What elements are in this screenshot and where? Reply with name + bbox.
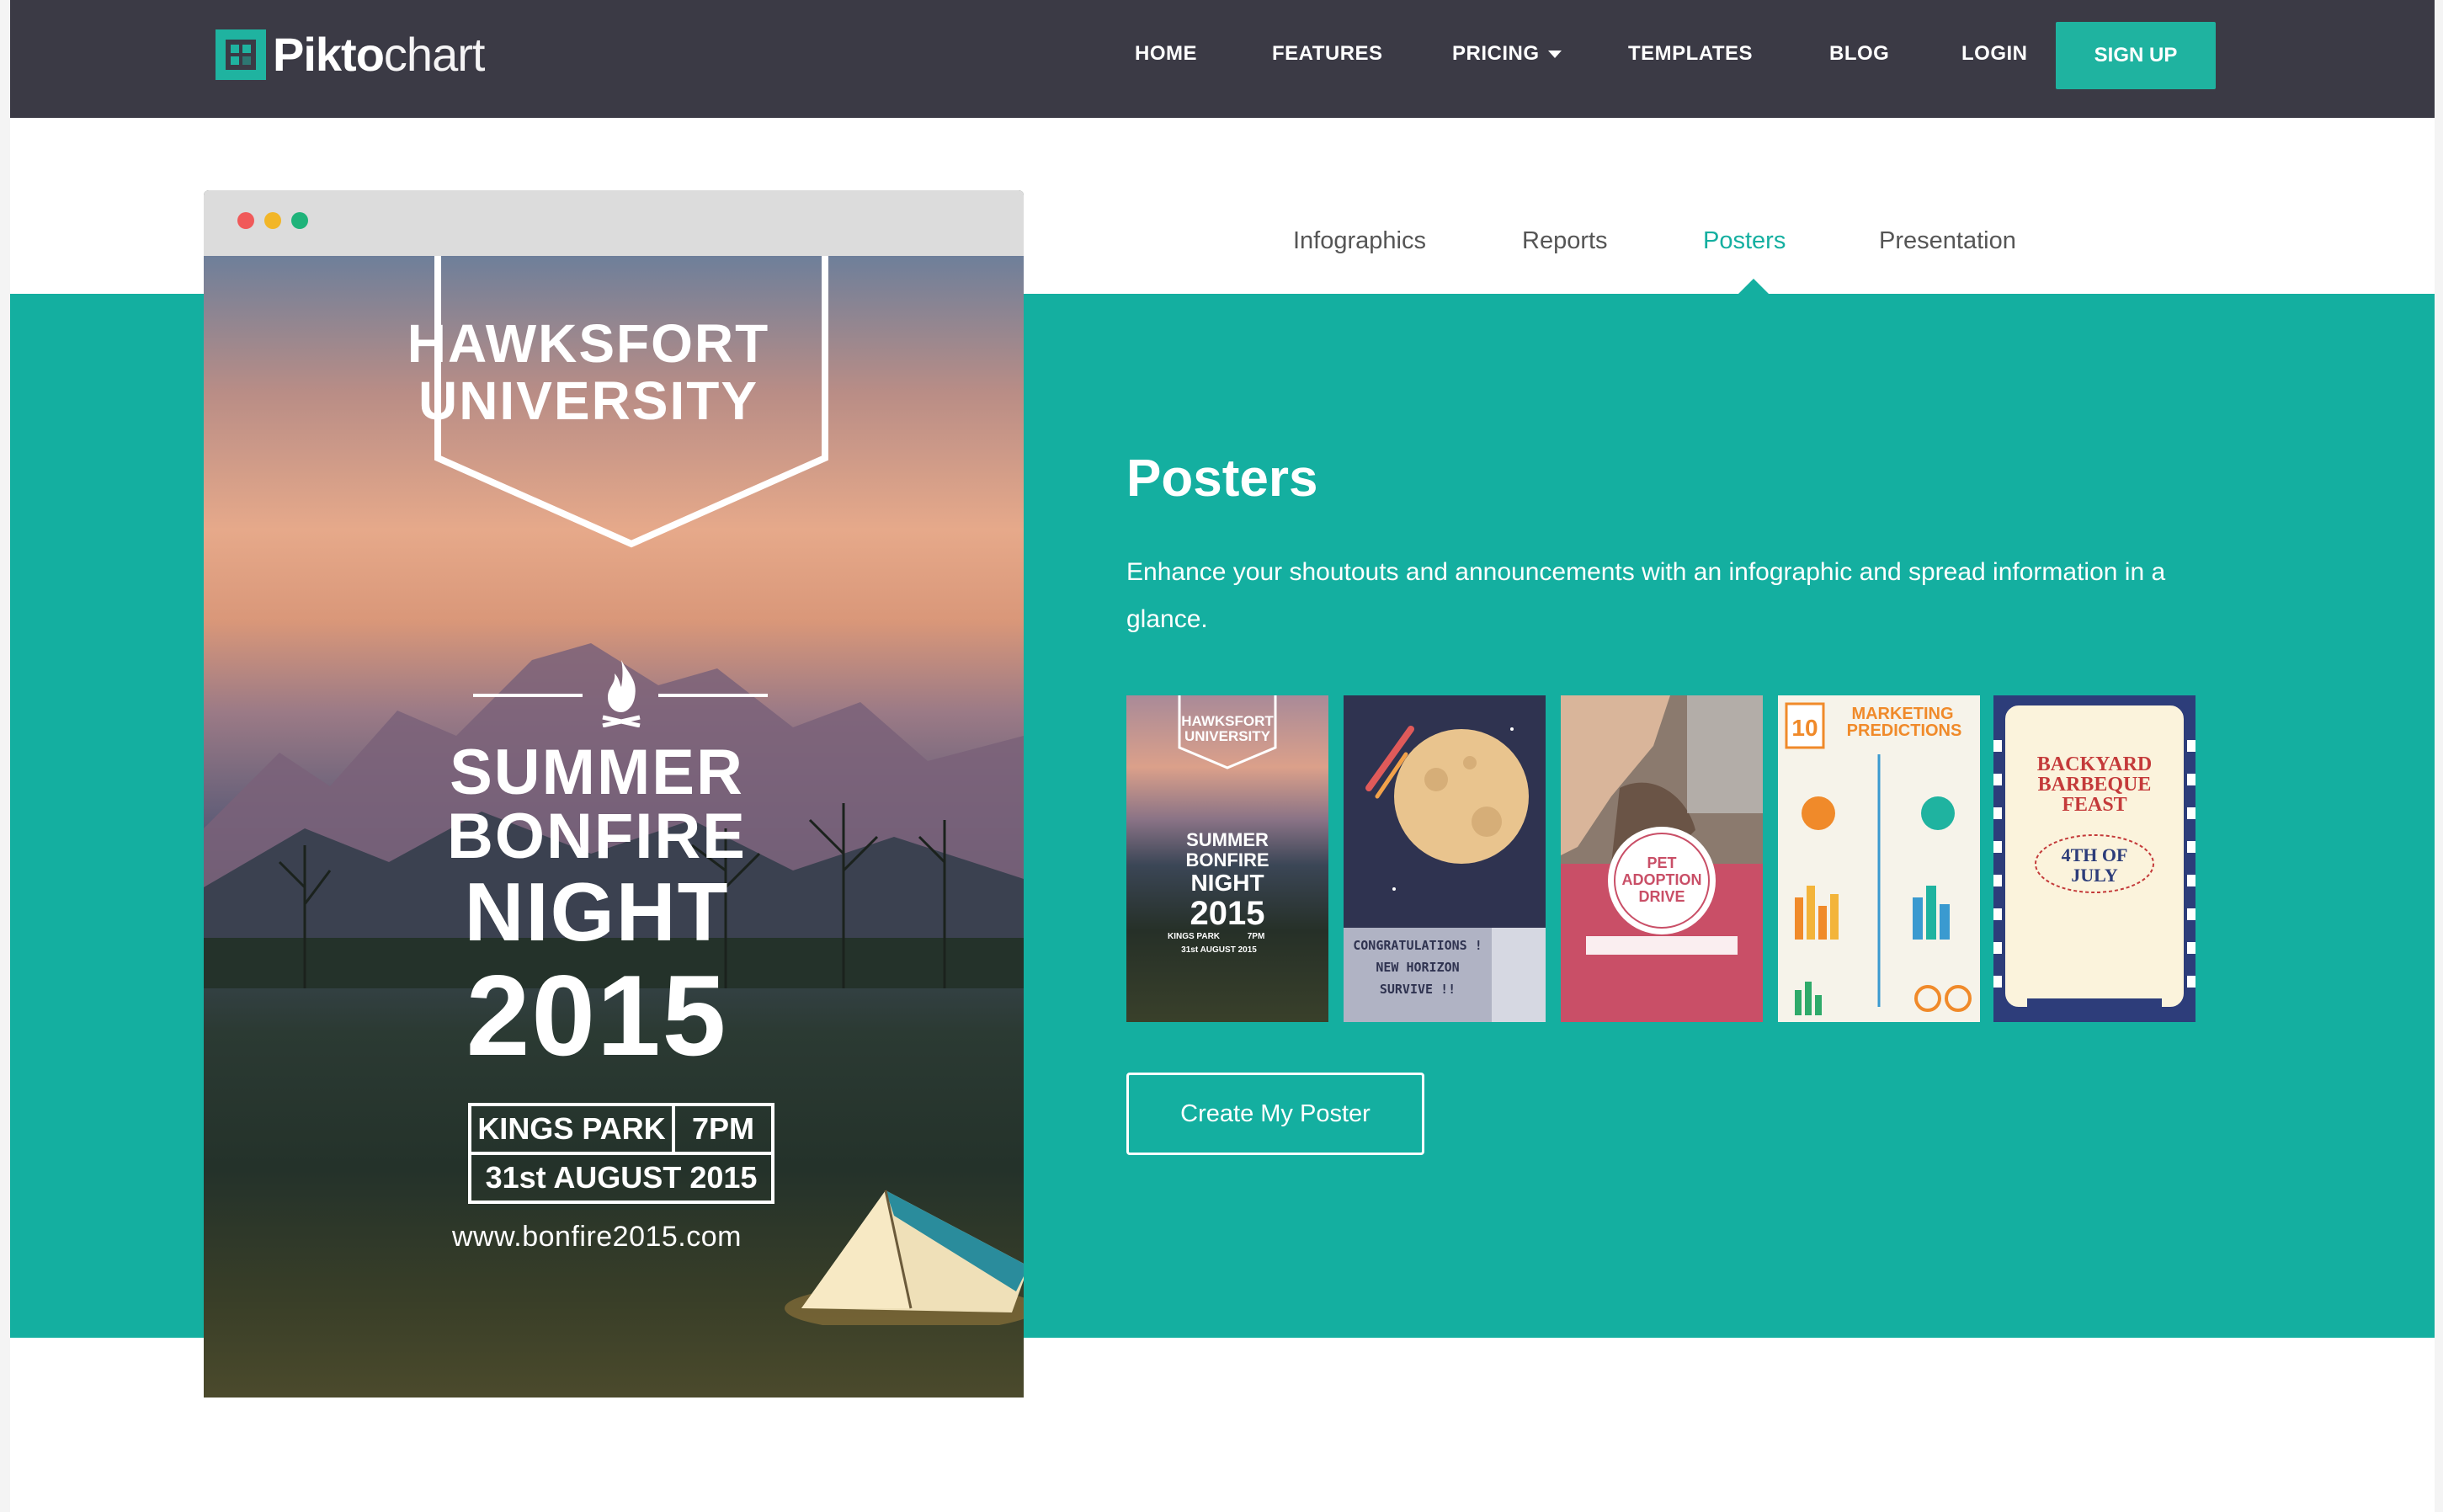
- poster-line-summer: SUMMER: [450, 737, 744, 808]
- thumbnail-marketing-poster[interactable]: 10 MARKETING PREDICTIONS: [1778, 695, 1980, 1022]
- create-my-poster-button[interactable]: Create My Poster: [1126, 1073, 1424, 1155]
- thumb-bonfire-l2: UNIVERSITY: [1184, 728, 1271, 744]
- piktochart-logo[interactable]: Piktochart: [216, 27, 485, 83]
- poster-date: 31st AUGUST 2015: [468, 1152, 774, 1204]
- thumb-bonfire-l4: BONFIRE: [1185, 849, 1269, 870]
- active-tab-pointer: [1738, 279, 1770, 295]
- thumb-bbq-l5: JULY: [2071, 865, 2118, 886]
- thumb-moon-l3: SURVIVE !!: [1379, 982, 1456, 997]
- thumb-pet-l2: ADOPTION: [1621, 871, 1702, 888]
- nav-home[interactable]: HOME: [1135, 40, 1197, 67]
- nav-templates[interactable]: TEMPLATES: [1628, 40, 1753, 67]
- tent-icon: [785, 1190, 1024, 1325]
- tab-posters[interactable]: Posters: [1703, 226, 1786, 256]
- thumb-bbq-l1: BACKYARD: [2036, 753, 2153, 775]
- close-dot-icon: [237, 212, 254, 229]
- maximize-dot-icon: [291, 212, 308, 229]
- thumb-bonfire-l5: NIGHT: [1190, 870, 1264, 896]
- featured-poster-preview: HAWKSFORT UNIVERSITY SUMMER BONFIRE NIGH…: [204, 256, 1024, 1398]
- poster-divider-left: [473, 694, 583, 697]
- thumb-bbq-l3: FEAST: [2062, 794, 2127, 816]
- logo-mark-icon: [216, 29, 266, 80]
- thumbnail-bbq-poster[interactable]: BACKYARD BARBEQUE FEAST 4TH OF JULY: [1993, 695, 2196, 1022]
- poster-venue: KINGS PARK: [468, 1103, 675, 1155]
- top-navbar: Piktochart HOME FEATURES PRICING TEMPLAT…: [10, 0, 2435, 118]
- marketing-infographic-illustration: [1785, 702, 1972, 1015]
- thumb-pet-l1: PET: [1647, 854, 1677, 871]
- thumb-bbq-l2: BARBEQUE: [2037, 774, 2152, 796]
- poster-university-line1: HAWKSFORT: [407, 313, 770, 374]
- caret-down-icon: [1547, 51, 1562, 59]
- poster-line-bonfire: BONFIRE: [447, 801, 747, 872]
- thumb-marketing-l2: PREDICTIONS: [1846, 721, 1962, 740]
- browser-titlebar: [204, 190, 1024, 256]
- bonfire-icon: [602, 660, 641, 727]
- thumb-bbq-l4: 4TH OF: [2061, 844, 2128, 865]
- nav-login[interactable]: LOGIN: [1961, 40, 2028, 67]
- poster-university-line2: UNIVERSITY: [418, 370, 759, 431]
- thumb-marketing-l1: MARKETING: [1851, 705, 1954, 723]
- thumb-bonfire-l8: 7PM: [1247, 932, 1265, 941]
- nav-features[interactable]: FEATURES: [1272, 40, 1383, 67]
- thumbnail-pet-adoption-poster[interactable]: PET ADOPTION DRIVE: [1561, 695, 1763, 1022]
- browser-mockup: HAWKSFORT UNIVERSITY SUMMER BONFIRE NIGH…: [204, 190, 1024, 1398]
- nav-pricing[interactable]: PRICING: [1452, 40, 1562, 67]
- tab-reports[interactable]: Reports: [1522, 226, 1608, 256]
- minimize-dot-icon: [264, 212, 281, 229]
- poster-line-night: NIGHT: [464, 865, 730, 958]
- thumbnail-moon-poster[interactable]: CONGRATULATIONS ! NEW HORIZON SURVIVE !!: [1344, 695, 1546, 1022]
- thumb-moon-l2: NEW HORIZON: [1376, 960, 1460, 975]
- thumbnail-bonfire-poster[interactable]: HAWKSFORT UNIVERSITY SUMMER BONFIRE NIGH…: [1126, 695, 1328, 1022]
- page: Piktochart HOME FEATURES PRICING TEMPLAT…: [10, 0, 2435, 1512]
- signup-button[interactable]: SIGN UP: [2056, 22, 2216, 89]
- tab-infographics[interactable]: Infographics: [1293, 226, 1426, 256]
- poster-divider-right: [658, 694, 768, 697]
- nav-pricing-label: PRICING: [1452, 42, 1540, 65]
- thumb-pet-l3: DRIVE: [1638, 888, 1685, 905]
- thumb-moon-l1: CONGRATULATIONS !: [1353, 938, 1482, 953]
- nav-blog[interactable]: BLOG: [1829, 40, 1889, 67]
- thumb-bonfire-l3: SUMMER: [1186, 829, 1269, 850]
- thumb-bonfire-l1: HAWKSFORT: [1181, 713, 1274, 729]
- thumb-bonfire-l6: 2015: [1190, 895, 1265, 932]
- poster-time: 7PM: [672, 1103, 774, 1155]
- section-description: Enhance your shoutouts and announcements…: [1126, 558, 2166, 633]
- logo-wordmark: Piktochart: [273, 28, 485, 81]
- thumb-bonfire-l9: 31st AUGUST 2015: [1181, 945, 1257, 955]
- tab-presentation[interactable]: Presentation: [1879, 226, 2016, 256]
- section-title: Posters: [1126, 450, 1318, 508]
- poster-year: 2015: [466, 951, 728, 1079]
